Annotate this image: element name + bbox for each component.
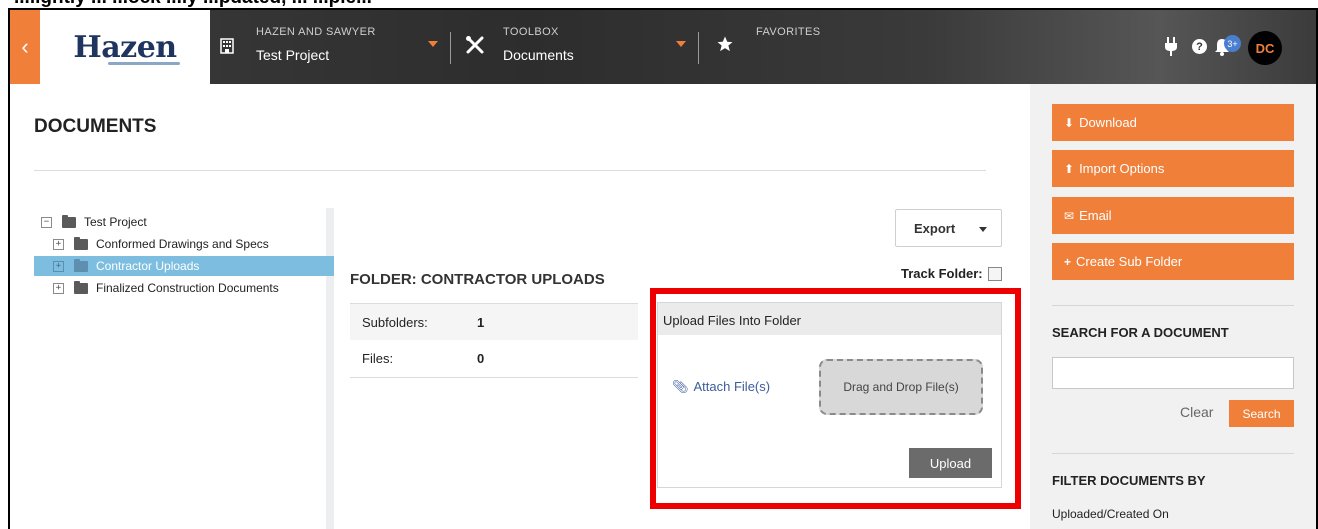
- info-value: 1: [477, 315, 485, 330]
- caption-text: ...lightly ... ...ock ...ly ...pdated, .…: [14, 0, 372, 8]
- divider: [1052, 453, 1294, 454]
- company-label: HAZEN AND SAWYER: [256, 26, 376, 38]
- divider: [350, 377, 638, 378]
- logo-text: Hazen: [73, 29, 177, 65]
- track-folder-checkbox[interactable]: [988, 267, 1002, 281]
- favorites-menu[interactable]: FAVORITES: [716, 10, 836, 84]
- toolbox-selector[interactable]: TOOLBOX Documents: [465, 10, 690, 84]
- export-button[interactable]: Export: [895, 209, 1002, 247]
- tree-item-label: Contractor Uploads: [96, 259, 200, 273]
- plug-icon[interactable]: [1164, 37, 1178, 57]
- tree-item-conformed[interactable]: + Conformed Drawings and Specs: [34, 234, 334, 254]
- back-button[interactable]: ‹: [10, 10, 40, 84]
- expand-icon[interactable]: +: [53, 238, 64, 250]
- help-icon[interactable]: ?: [1192, 39, 1207, 54]
- import-options-button[interactable]: ⬆︎ Import Options: [1052, 150, 1294, 187]
- right-sidebar: ⬇︎ Download ⬆︎ Import Options ✉︎ Email +…: [1030, 84, 1316, 529]
- folder-tree: − Test Project + Conformed Drawings and …: [34, 208, 334, 529]
- download-button[interactable]: ⬇︎ Download: [1052, 104, 1294, 141]
- header-divider: [698, 32, 699, 64]
- folder-icon: [74, 236, 88, 250]
- search-heading: SEARCH FOR A DOCUMENT: [1052, 325, 1229, 340]
- collapse-icon[interactable]: −: [41, 216, 52, 228]
- avatar[interactable]: DC: [1248, 31, 1282, 65]
- chevron-left-icon: ‹: [21, 34, 29, 59]
- logo[interactable]: Hazen: [40, 10, 210, 84]
- plus-icon: +: [1064, 254, 1072, 269]
- folder-icon: [62, 214, 76, 228]
- toolbox-value: Documents: [503, 47, 574, 63]
- info-label: Files:: [362, 351, 394, 366]
- info-row-files: Files: 0: [350, 340, 638, 376]
- filter-uploaded-created-on[interactable]: Uploaded/Created On: [1052, 507, 1169, 521]
- tree-item-finalized[interactable]: + Finalized Construction Documents: [34, 278, 334, 298]
- info-value: 0: [477, 351, 485, 366]
- expand-icon[interactable]: +: [53, 260, 64, 272]
- project-selector[interactable]: HAZEN AND SAWYER Test Project: [220, 10, 446, 84]
- building-icon: [220, 38, 234, 54]
- export-label: Export: [914, 220, 956, 236]
- search-input[interactable]: [1052, 357, 1294, 389]
- tree-item-label: Finalized Construction Documents: [96, 281, 279, 295]
- tree-item-root[interactable]: − Test Project: [34, 212, 334, 232]
- folder-icon: [74, 258, 88, 272]
- filter-heading: FILTER DOCUMENTS BY: [1052, 473, 1206, 488]
- chevron-down-icon: [676, 41, 686, 47]
- caption-strip: ...lightly ... ...ock ...ly ...pdated, .…: [0, 0, 1318, 8]
- divider: [34, 170, 986, 171]
- create-sub-folder-label: Create Sub Folder: [1076, 254, 1183, 269]
- track-folder-label: Track Folder:: [901, 266, 983, 281]
- notification-badge: 3+: [1224, 35, 1241, 52]
- page-title: DOCUMENTS: [34, 116, 157, 137]
- upload-icon: ⬆︎: [1064, 161, 1075, 176]
- expand-icon[interactable]: +: [53, 282, 64, 294]
- top-header: ‹ Hazen HAZEN AND SAWYER Test Project TO…: [10, 10, 1316, 84]
- download-icon: ⬇︎: [1064, 115, 1075, 130]
- folder-heading: FOLDER: CONTRACTOR UPLOADS: [350, 271, 605, 288]
- divider: [1052, 305, 1294, 306]
- chevron-down-icon: [979, 227, 987, 232]
- info-label: Subfolders:: [362, 315, 428, 330]
- logo-swoosh: [108, 62, 180, 65]
- toolbox-label: TOOLBOX: [503, 26, 559, 38]
- tree-item-label: Test Project: [84, 215, 147, 229]
- envelope-icon: ✉︎: [1064, 208, 1075, 223]
- info-row-subfolders: Subfolders: 1: [350, 304, 638, 340]
- chevron-down-icon: [428, 41, 438, 47]
- header-divider: [450, 32, 451, 64]
- star-icon: [717, 36, 733, 52]
- download-label: Download: [1079, 115, 1137, 130]
- email-label: Email: [1079, 208, 1112, 223]
- tools-icon: [466, 36, 484, 54]
- tree-item-contractor-uploads[interactable]: + Contractor Uploads: [34, 256, 334, 276]
- email-button[interactable]: ✉︎ Email: [1052, 197, 1294, 234]
- folder-icon: [74, 280, 88, 294]
- project-name: Test Project: [256, 47, 330, 63]
- highlight-box: [650, 288, 1021, 509]
- import-options-label: Import Options: [1079, 161, 1165, 176]
- create-sub-folder-button[interactable]: + Create Sub Folder: [1052, 243, 1294, 280]
- search-button[interactable]: Search: [1229, 400, 1294, 427]
- tree-item-label: Conformed Drawings and Specs: [96, 237, 269, 251]
- clear-link[interactable]: Clear: [1180, 404, 1213, 420]
- favorites-label: FAVORITES: [756, 26, 821, 38]
